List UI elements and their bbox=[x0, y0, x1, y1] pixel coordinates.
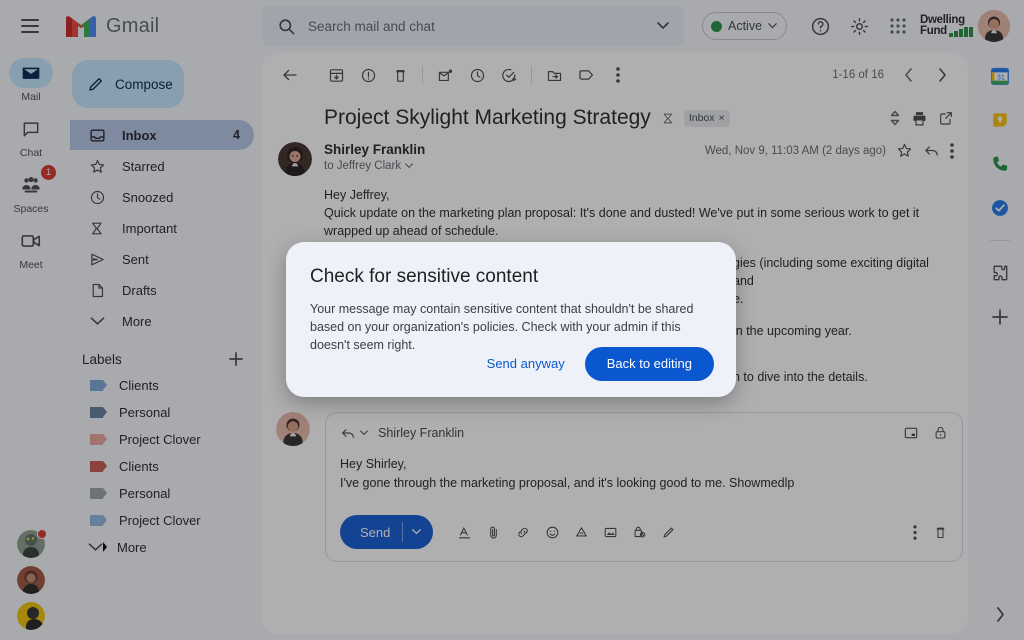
gmail-app: Gmail Active bbox=[0, 0, 1024, 640]
sensitive-content-dialog: Check for sensitive content Your message… bbox=[286, 242, 736, 397]
dialog-title: Check for sensitive content bbox=[310, 266, 539, 287]
send-anyway-button[interactable]: Send anyway bbox=[475, 346, 577, 381]
dialog-actions: Send anyway Back to editing bbox=[475, 346, 714, 381]
back-to-editing-button[interactable]: Back to editing bbox=[584, 346, 714, 381]
